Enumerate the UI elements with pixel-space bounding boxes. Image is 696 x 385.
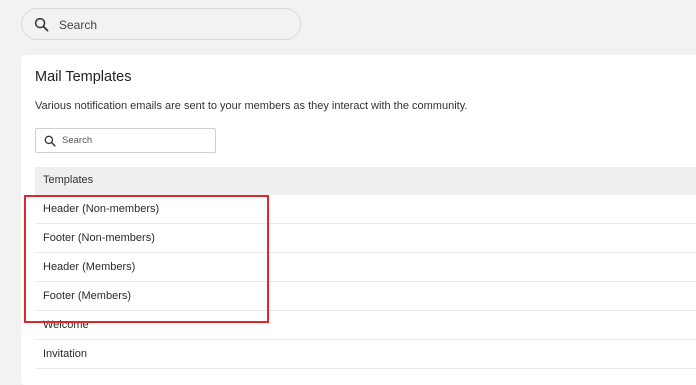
template-row-header-non-members[interactable]: Header (Non-members) xyxy=(35,195,696,224)
templates-search-placeholder: Search xyxy=(62,135,93,146)
page-title: Mail Templates xyxy=(35,69,132,85)
search-icon xyxy=(44,135,56,147)
template-row-footer-non-members[interactable]: Footer (Non-members) xyxy=(35,224,696,253)
global-search-placeholder: Search xyxy=(59,18,98,32)
template-row-label: Footer (Non-members) xyxy=(43,232,155,244)
template-row-label: Header (Non-members) xyxy=(43,203,160,215)
search-icon xyxy=(34,17,49,32)
template-row-invitation[interactable]: Invitation xyxy=(35,340,696,369)
template-row-label: Header (Members) xyxy=(43,261,136,273)
page-description: Various notification emails are sent to … xyxy=(35,100,468,112)
global-search-input[interactable]: Search xyxy=(21,8,301,40)
template-row-footer-members[interactable]: Footer (Members) xyxy=(35,282,696,311)
template-row-welcome[interactable]: Welcome xyxy=(35,311,696,340)
templates-list: Header (Non-members) Footer (Non-members… xyxy=(35,195,696,369)
templates-header-label: Templates xyxy=(43,174,94,186)
template-row-label: Welcome xyxy=(43,319,89,331)
mail-templates-panel: Mail Templates Various notification emai… xyxy=(21,55,696,385)
templates-column-header: Templates xyxy=(35,167,696,195)
template-row-header-members[interactable]: Header (Members) xyxy=(35,253,696,282)
templates-search-input[interactable]: Search xyxy=(35,128,216,153)
template-row-label: Invitation xyxy=(43,348,88,360)
template-row-label: Footer (Members) xyxy=(43,290,132,302)
